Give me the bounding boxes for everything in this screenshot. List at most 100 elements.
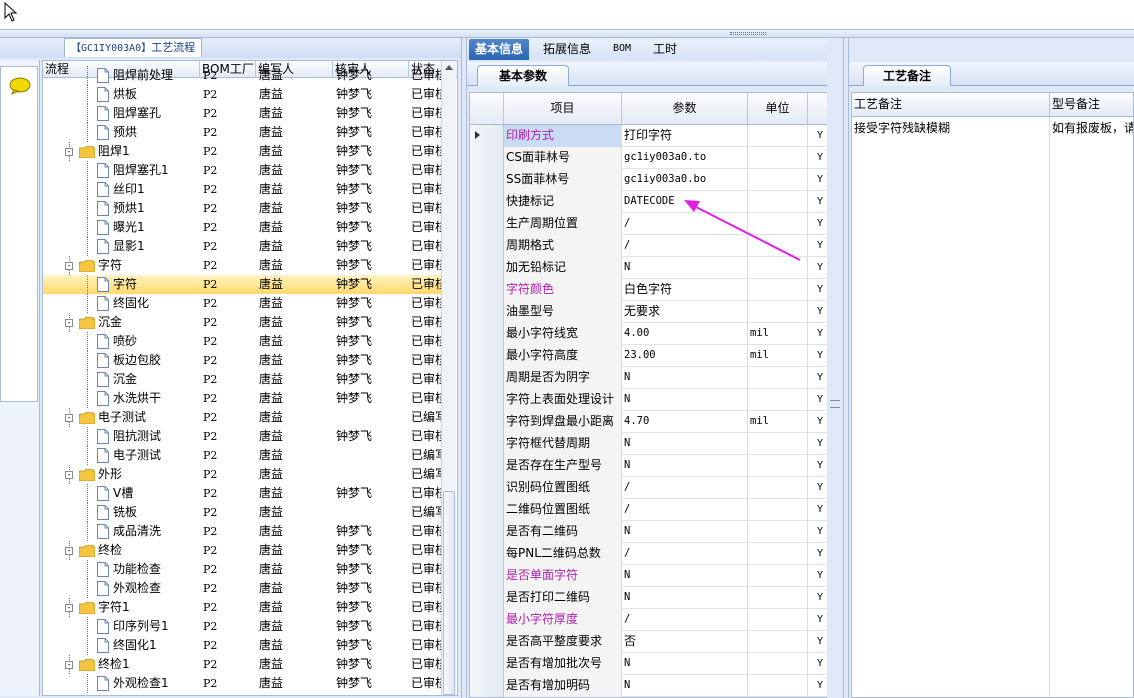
- tree-row[interactable]: 成品清洗 P2 唐益 钟梦飞 已审核: [43, 522, 447, 541]
- param-row[interactable]: 字符到焊盘最小距离 4.70 mil Y: [470, 411, 831, 433]
- param-row[interactable]: 是否有增加明码 N Y: [470, 675, 831, 697]
- col-header-param[interactable]: 参数: [622, 93, 748, 125]
- param-value-field[interactable]: /: [622, 543, 748, 565]
- col-header-unit[interactable]: 单位: [748, 93, 808, 125]
- tree-folder-row[interactable]: - 字符 P2 唐益 钟梦飞 已审核: [43, 256, 447, 275]
- tree-folder-row[interactable]: - 终检1 P2 唐益 钟梦飞 已审核: [43, 655, 447, 674]
- param-row[interactable]: 识别码位置图纸 / Y: [470, 477, 831, 499]
- param-unit-cell[interactable]: [748, 455, 808, 477]
- param-value-field[interactable]: DATECODE: [622, 191, 748, 213]
- col-header-process-remarks[interactable]: 工艺备注: [852, 93, 1050, 117]
- param-row[interactable]: 是否有增加批次号 N Y: [470, 653, 831, 675]
- param-unit-cell[interactable]: [748, 631, 808, 653]
- row-selector[interactable]: [470, 631, 504, 653]
- tab-bom[interactable]: BOM: [607, 39, 637, 60]
- row-selector[interactable]: [470, 191, 504, 213]
- row-selector[interactable]: [470, 521, 504, 543]
- param-unit-cell[interactable]: [748, 301, 808, 323]
- tree-row[interactable]: 水洗烘干 P2 唐益 钟梦飞 已审核: [43, 389, 447, 408]
- col-header-item[interactable]: 项目: [504, 93, 622, 125]
- row-selector[interactable]: [470, 279, 504, 301]
- row-selector[interactable]: [470, 477, 504, 499]
- param-unit-cell[interactable]: [748, 675, 808, 697]
- collapse-toggle-icon[interactable]: -: [65, 547, 73, 555]
- tree-folder-row[interactable]: - 电子测试 P2 唐益 已编写: [43, 408, 447, 427]
- param-value-field[interactable]: gc1iy003a0.to: [622, 147, 748, 169]
- row-selector[interactable]: [470, 543, 504, 565]
- param-row[interactable]: 是否高平整度要求否 Y: [470, 631, 831, 653]
- param-row[interactable]: 是否存在生产型号 N Y: [470, 455, 831, 477]
- param-row[interactable]: 最小字符厚度 / Y: [470, 609, 831, 631]
- param-unit-cell[interactable]: mil: [748, 411, 808, 433]
- tree-row[interactable]: 终固化 P2 唐益 钟梦飞 已审核: [43, 294, 447, 313]
- tree-row[interactable]: 印序列号1 P2 唐益 钟梦飞 已审核: [43, 617, 447, 636]
- tree-row[interactable]: 终固化1 P2 唐益 钟梦飞 已审核: [43, 636, 447, 655]
- param-unit-cell[interactable]: [748, 543, 808, 565]
- row-selector[interactable]: [470, 213, 504, 235]
- param-unit-cell[interactable]: [748, 147, 808, 169]
- tree-row[interactable]: 阻抗测试 P2 唐益 钟梦飞 已审核: [43, 427, 447, 446]
- param-row[interactable]: 是否单面字符 N Y: [470, 565, 831, 587]
- param-unit-cell[interactable]: [748, 389, 808, 411]
- param-row[interactable]: 油墨型号 无要求 Y: [470, 301, 831, 323]
- collapse-toggle-icon[interactable]: -: [65, 319, 73, 327]
- tree-row[interactable]: 曝光1 P2 唐益 钟梦飞 已审核: [43, 218, 447, 237]
- param-value-field[interactable]: N: [622, 521, 748, 543]
- param-value-field[interactable]: /: [622, 499, 748, 521]
- tree-folder-row[interactable]: - 外形 P2 唐益 已编写: [43, 465, 447, 484]
- param-unit-cell[interactable]: [748, 477, 808, 499]
- tree-row[interactable]: 外观检查1 P2 唐益 钟梦飞 已审核: [43, 674, 447, 693]
- param-unit-cell[interactable]: mil: [748, 323, 808, 345]
- param-unit-cell[interactable]: [748, 279, 808, 301]
- col-header-model-remarks[interactable]: 型号备注: [1050, 93, 1133, 117]
- param-unit-cell[interactable]: [748, 367, 808, 389]
- param-unit-cell[interactable]: [748, 433, 808, 455]
- param-row[interactable]: SS面菲林号 gc1iy003a0.bo Y: [470, 169, 831, 191]
- row-selector[interactable]: [470, 257, 504, 279]
- param-row[interactable]: 字符框代替周期 N Y: [470, 433, 831, 455]
- tree-folder-row[interactable]: - 阻焊1 P2 唐益 钟梦飞 已审核: [43, 142, 447, 161]
- tree-row[interactable]: 铣板 P2 唐益 已编写: [43, 503, 447, 522]
- param-value-field[interactable]: 打印字符: [622, 125, 748, 147]
- tree-row[interactable]: 阻焊塞孔1 P2 唐益 钟梦飞 已审核: [43, 161, 447, 180]
- param-unit-cell[interactable]: [748, 213, 808, 235]
- row-selector[interactable]: [470, 147, 504, 169]
- tree-row[interactable]: 板边包胶 P2 唐益 钟梦飞 已审核: [43, 351, 447, 370]
- process-remarks-value[interactable]: 接受字符残缺模糊: [852, 117, 1050, 697]
- param-value-field[interactable]: N: [622, 587, 748, 609]
- param-row[interactable]: 印刷方式 打印字符 Y: [470, 125, 831, 147]
- row-selector[interactable]: [470, 587, 504, 609]
- chat-bubble-icon[interactable]: [9, 77, 31, 95]
- param-row[interactable]: 最小字符线宽 4.00 mil Y: [470, 323, 831, 345]
- top-splitter[interactable]: [0, 30, 1134, 38]
- param-unit-cell[interactable]: [748, 499, 808, 521]
- row-selector[interactable]: [470, 499, 504, 521]
- row-selector[interactable]: [470, 323, 504, 345]
- param-value-field[interactable]: 白色字符: [622, 279, 748, 301]
- tab-basic-info[interactable]: 基本信息: [469, 39, 530, 60]
- tab-process-remarks[interactable]: 工艺备注: [863, 65, 951, 86]
- tree-row[interactable]: V槽 P2 唐益 钟梦飞 已审核: [43, 484, 447, 503]
- tab-labor-hours[interactable]: 工时: [647, 39, 683, 60]
- tree-row[interactable]: 电子测试 P2 唐益 已编写: [43, 446, 447, 465]
- row-selector[interactable]: [470, 235, 504, 257]
- row-selector[interactable]: [470, 169, 504, 191]
- tab-basic-params[interactable]: 基本参数: [477, 65, 569, 86]
- param-row[interactable]: 字符上表面处理设计 N Y: [470, 389, 831, 411]
- model-remarks-value[interactable]: 如有报废板，请: [1050, 117, 1133, 697]
- row-selector[interactable]: [470, 609, 504, 631]
- row-selector[interactable]: [470, 301, 504, 323]
- param-value-field[interactable]: N: [622, 455, 748, 477]
- param-unit-cell[interactable]: [748, 257, 808, 279]
- param-value-field[interactable]: /: [622, 235, 748, 257]
- param-row[interactable]: 生产周期位置 / Y: [470, 213, 831, 235]
- row-selector[interactable]: [470, 653, 504, 675]
- param-unit-cell[interactable]: [748, 587, 808, 609]
- collapse-toggle-icon[interactable]: -: [65, 604, 73, 612]
- tree-row[interactable]: 阻焊塞孔 P2 唐益 钟梦飞 已审核: [43, 104, 447, 123]
- collapse-toggle-icon[interactable]: -: [65, 414, 73, 422]
- tree-row[interactable]: 沉金 P2 唐益 钟梦飞 已审核: [43, 370, 447, 389]
- tree-folder-row[interactable]: - 沉金 P2 唐益 钟梦飞 已审核: [43, 313, 447, 332]
- param-value-field[interactable]: N: [622, 653, 748, 675]
- param-row[interactable]: 最小字符高度 23.00 mil Y: [470, 345, 831, 367]
